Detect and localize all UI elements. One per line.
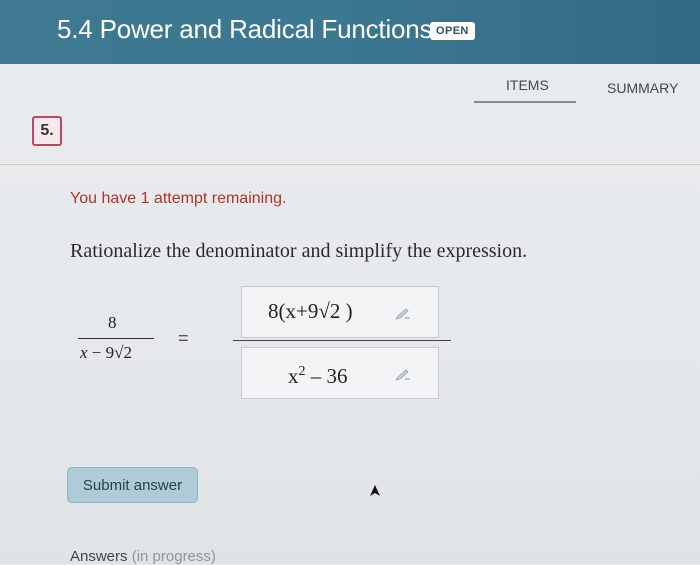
equals-sign: = <box>178 328 189 348</box>
expression-denominator: x − 9√2 <box>80 343 132 363</box>
submit-answer-button[interactable]: Submit answer <box>67 467 198 503</box>
attempts-remaining: You have 1 attempt remaining. <box>70 190 287 207</box>
pencil-icon[interactable] <box>394 307 412 321</box>
answer-numerator-field[interactable]: 8(x+9√2 ) <box>241 286 439 338</box>
answers-label: Answers <box>70 548 128 565</box>
answer-fraction-bar <box>233 340 451 341</box>
status-badge: OPEN <box>430 22 475 40</box>
answers-section-header: Answers (in progress) <box>70 548 216 565</box>
fraction-bar <box>78 338 154 339</box>
cursor-icon <box>370 485 380 496</box>
page-title: 5.4 Power and Radical Functions <box>57 14 433 44</box>
denominator-radical: − 9√2 <box>87 343 132 362</box>
question-instruction: Rationalize the denominator and simplify… <box>70 240 528 262</box>
answer-denominator-value: x2 – 36 <box>288 364 348 389</box>
answer-numerator-value: 8(x+9√2 ) <box>268 299 353 323</box>
denominator-exponent: 2 <box>298 364 306 379</box>
section-divider <box>0 164 700 165</box>
active-tab-indicator <box>474 101 576 103</box>
app-header: 5.4 Power and Radical Functions OPEN <box>0 0 700 64</box>
answer-denominator-field[interactable]: x2 – 36 <box>241 347 439 399</box>
answers-status: (in progress) <box>131 548 216 565</box>
tab-items[interactable]: ITEMS <box>506 77 549 93</box>
denominator-constant: – 36 <box>305 364 348 388</box>
tab-summary[interactable]: SUMMARY <box>607 80 678 96</box>
denominator-variable: x <box>80 343 88 362</box>
question-number-badge[interactable]: 5. <box>32 116 62 146</box>
pencil-icon[interactable] <box>394 368 412 382</box>
expression-numerator: 8 <box>108 313 117 332</box>
denominator-base: x <box>288 364 299 388</box>
